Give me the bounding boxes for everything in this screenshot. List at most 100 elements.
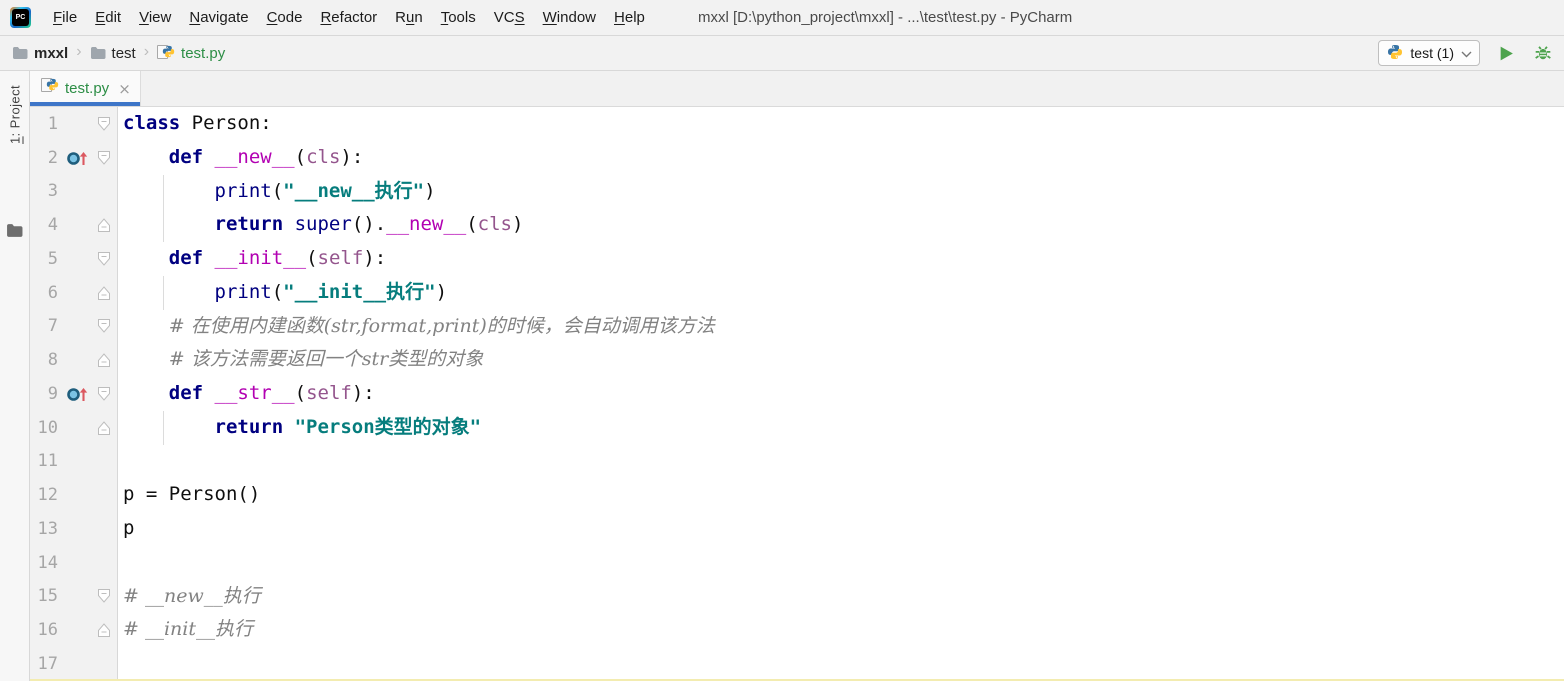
gutter-line-8[interactable]: 8 <box>30 343 117 377</box>
breadcrumb-label: test <box>111 44 136 62</box>
close-icon[interactable]: × <box>118 80 131 98</box>
code-line-14[interactable] <box>118 546 1564 580</box>
breadcrumb-item-mxxl[interactable]: mxxl <box>12 45 68 62</box>
menu-refactor[interactable]: Refactor <box>311 0 386 36</box>
left-tool-stripe: 1: Project <box>0 71 30 681</box>
breadcrumb-label: mxxl <box>34 44 69 62</box>
code-line-4[interactable]: return super().__new__(cls) <box>118 208 1564 242</box>
code-line-1[interactable]: class Person: <box>118 107 1564 141</box>
gutter-line-6[interactable]: 6 <box>30 276 117 310</box>
menu-navigate[interactable]: Navigate <box>180 0 257 36</box>
code-area[interactable]: class Person: def __new__(cls): print("_… <box>118 107 1564 681</box>
code-line-8[interactable]: # 该方法需要返回一个str类型的对象 <box>118 343 1564 377</box>
line-number: 10 <box>37 417 58 438</box>
indent-guide <box>163 208 164 242</box>
code-line-2[interactable]: def __new__(cls): <box>118 141 1564 175</box>
breadcrumb-label: test.py <box>181 44 226 62</box>
line-number: 14 <box>37 552 58 573</box>
code-line-5[interactable]: def __init__(self): <box>118 242 1564 276</box>
gutter-line-13[interactable]: 13 <box>30 512 117 546</box>
project-tool-window-button[interactable]: 1: Project <box>7 85 22 144</box>
line-number: 16 <box>37 620 58 641</box>
fold-end-icon[interactable] <box>97 420 117 436</box>
menu-tools[interactable]: Tools <box>432 0 485 36</box>
code-line-3[interactable]: print("__new__执行") <box>118 174 1564 209</box>
gutter-line-12[interactable]: 12 <box>30 478 117 512</box>
tab-test-py[interactable]: test.py × <box>30 71 141 106</box>
code-line-16[interactable]: # __init__执行 <box>118 613 1564 647</box>
line-number: 11 <box>37 451 58 472</box>
gutter-line-15[interactable]: 15 <box>30 580 117 614</box>
fold-start-icon[interactable] <box>97 386 117 402</box>
overriding-method-icon[interactable] <box>58 385 97 403</box>
indent-guide <box>163 174 164 209</box>
run-configuration-select[interactable]: test (1) <box>1378 40 1480 66</box>
fold-start-icon[interactable] <box>97 588 117 604</box>
code-line-10[interactable]: return "Person类型的对象" <box>118 410 1564 445</box>
window-title: mxxl [D:\python_project\mxxl] - ...\test… <box>698 9 1073 26</box>
code-line-12[interactable]: p = Person() <box>118 478 1564 512</box>
code-line-13[interactable]: p <box>118 512 1564 546</box>
menu-window[interactable]: Window <box>534 0 605 36</box>
code-line-11[interactable] <box>118 445 1564 479</box>
menu-run[interactable]: Run <box>386 0 432 36</box>
fold-end-icon[interactable] <box>97 352 117 368</box>
code-line-9[interactable]: def __str__(self): <box>118 377 1564 411</box>
menu-file[interactable]: File <box>44 0 86 36</box>
gutter-line-16[interactable]: 16 <box>30 613 117 647</box>
menu-code[interactable]: Code <box>258 0 312 36</box>
run-button[interactable] <box>1495 42 1517 64</box>
line-number: 6 <box>47 282 58 303</box>
editor[interactable]: 12 3456789 10 11 12 13 14 15 16 17 class Person… <box>30 107 1564 681</box>
code-line-7[interactable]: # 在使用内建函数(str,format,print)的时候，会自动调用该方法 <box>118 310 1564 344</box>
fold-start-icon[interactable] <box>97 116 117 132</box>
chevron-down-icon <box>1461 45 1472 61</box>
navigation-bar: mxxl › test › test.py test (1) <box>0 36 1564 71</box>
line-number: 4 <box>47 215 58 236</box>
gutter-line-1[interactable]: 1 <box>30 107 117 141</box>
breadcrumb-item-test[interactable]: test <box>90 45 136 62</box>
python-file-icon <box>41 78 59 99</box>
line-number: 2 <box>47 147 58 168</box>
menu-vcs[interactable]: VCS <box>485 0 534 36</box>
gutter-line-11[interactable]: 11 <box>30 445 117 479</box>
gutter-line-9[interactable]: 9 <box>30 377 117 411</box>
gutter: 12 3456789 10 11 12 13 14 15 16 17 <box>30 107 118 681</box>
overriding-method-icon[interactable] <box>58 149 97 167</box>
fold-start-icon[interactable] <box>97 150 117 166</box>
line-number: 17 <box>37 653 58 674</box>
line-number: 13 <box>37 518 58 539</box>
fold-end-icon[interactable] <box>97 622 117 638</box>
gutter-line-4[interactable]: 4 <box>30 208 117 242</box>
gutter-line-10[interactable]: 10 <box>30 411 117 445</box>
gutter-line-3[interactable]: 3 <box>30 175 117 209</box>
breadcrumb: mxxl › test › test.py <box>12 43 226 62</box>
line-number: 9 <box>47 383 58 404</box>
menu-items: File Edit View Navigate Code Refactor Run Tools… <box>44 0 654 36</box>
debug-button[interactable] <box>1532 42 1554 64</box>
indent-guide <box>163 410 164 445</box>
line-number: 15 <box>37 586 58 607</box>
gutter-line-2[interactable]: 2 <box>30 141 117 175</box>
menu-edit[interactable]: Edit <box>86 0 130 36</box>
fold-start-icon[interactable] <box>97 318 117 334</box>
python-logo-icon <box>1387 44 1403 63</box>
breadcrumb-separator-icon: › <box>143 43 150 60</box>
gutter-line-7[interactable]: 7 <box>30 310 117 344</box>
code-line-15[interactable]: # __new__执行 <box>118 580 1564 614</box>
code-line-17[interactable] <box>118 647 1564 681</box>
code-line-6[interactable]: print("__init__执行") <box>118 275 1564 310</box>
gutter-line-17[interactable]: 17 <box>30 647 117 681</box>
gutter-line-14[interactable]: 14 <box>30 546 117 580</box>
menu-view[interactable]: View <box>130 0 180 36</box>
line-number: 7 <box>47 316 58 337</box>
breadcrumb-item-test-py[interactable]: test.py <box>157 44 226 62</box>
fold-end-icon[interactable] <box>97 285 117 301</box>
menu-help[interactable]: Help <box>605 0 654 36</box>
run-configuration-label: test (1) <box>1410 45 1454 61</box>
fold-start-icon[interactable] <box>97 251 117 267</box>
gutter-line-5[interactable]: 5 <box>30 242 117 276</box>
fold-end-icon[interactable] <box>97 217 117 233</box>
line-number: 3 <box>47 181 58 202</box>
indent-guide <box>163 275 164 310</box>
